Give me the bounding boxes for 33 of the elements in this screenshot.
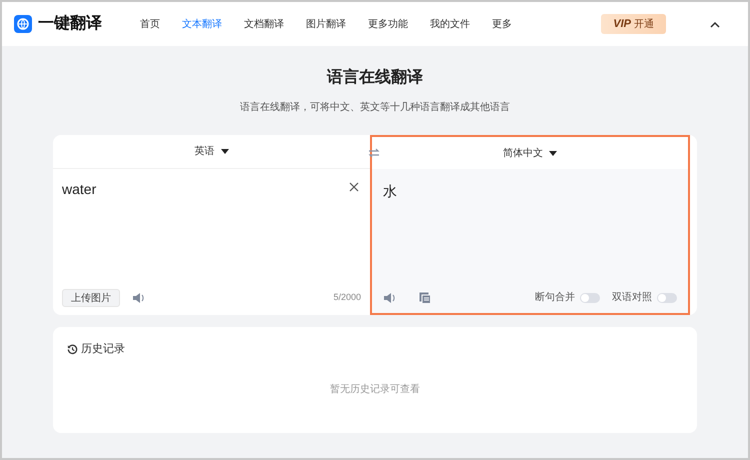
page-title: 语言在线翻译 — [327, 67, 423, 88]
nav-link[interactable]: 更多 — [492, 16, 512, 32]
speaker-icon[interactable] — [383, 292, 397, 304]
upload-image-button[interactable]: 上传图片 — [62, 289, 120, 307]
nav-link[interactable]: 首页 — [140, 16, 160, 32]
target-language-dropdown[interactable]: 简体中文 — [503, 146, 557, 160]
speaker-icon[interactable] — [132, 292, 146, 304]
copy-icon[interactable] — [419, 292, 431, 304]
caret-icon — [549, 150, 557, 156]
history-icon — [67, 344, 78, 355]
empty-history-message: 暂无历史记录可查看 — [329, 382, 421, 396]
toggle-switch[interactable] — [580, 292, 600, 302]
logo-icon — [14, 15, 32, 33]
page-subtitle: 语言在线翻译，可将中文、英文等十几种语言翻译成其他语言 — [240, 100, 510, 115]
nav-link[interactable]: 更多功能 — [368, 16, 408, 32]
close-icon[interactable] — [349, 182, 359, 192]
caret-icon — [220, 149, 228, 154]
nav-link[interactable]: 图片翻译 — [306, 16, 346, 32]
source-text-input[interactable]: water — [62, 179, 96, 200]
nav-link[interactable]: 文档翻译 — [244, 16, 284, 32]
vip-button[interactable]: VIP 开通 — [601, 14, 666, 34]
toggle-switch[interactable] — [657, 292, 677, 302]
nav-link[interactable]: 我的文件 — [430, 16, 470, 32]
toggle-label: 断句合并 — [535, 290, 575, 305]
toggle-label: 双语对照 — [612, 290, 652, 305]
nav-link[interactable]: 文本翻译 — [182, 16, 222, 32]
app-logo-text: 一键翻译 — [38, 14, 102, 34]
chevron-up-icon[interactable] — [710, 20, 720, 28]
translated-text: 水 — [383, 182, 398, 201]
history-title: 历史记录 — [81, 342, 125, 357]
source-language-dropdown[interactable]: 英语 — [194, 144, 228, 159]
swap-icon[interactable] — [368, 148, 380, 158]
character-count: 5/2000 — [333, 291, 361, 304]
